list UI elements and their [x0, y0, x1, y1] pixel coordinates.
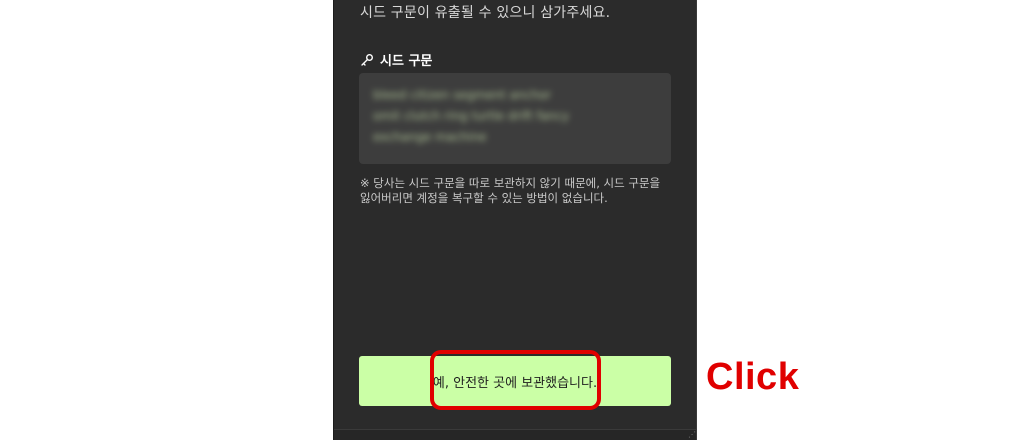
seed-phrase-label: 시드 구문 — [380, 54, 433, 69]
confirm-saved-button[interactable]: 예, 안전한 곳에 보관했습니다. — [359, 356, 671, 406]
seed-phrase-box[interactable]: bleed citizen segment anchor omit clutch… — [359, 73, 671, 164]
seed-phrase-panel: 시드 구문이 유출될 수 있으니 삼가주세요. 시드 구문 bleed citi… — [333, 0, 697, 440]
click-annotation-label: Click — [706, 356, 800, 398]
seed-phrase-label-row: 시드 구문 — [360, 50, 432, 69]
warning-text: 시드 구문이 유출될 수 있으니 삼가주세요. — [360, 5, 611, 21]
panel-bottom-bar: ⋰ — [334, 429, 696, 440]
seed-phrase-line: bleed citizen segment anchor — [373, 88, 552, 102]
seed-phrase-line: exchange machine — [373, 130, 487, 144]
seed-backup-notice: ※ 당사는 시드 구문을 따로 보관하지 않기 때문에, 시드 구문을 잃어버리… — [360, 176, 661, 205]
resize-grip-icon[interactable]: ⋰ — [688, 431, 696, 439]
seed-phrase-text: bleed citizen segment anchor omit clutch… — [373, 85, 657, 148]
seed-phrase-line: omit clutch ring turtle drift fancy — [373, 109, 570, 123]
key-icon — [361, 53, 373, 66]
